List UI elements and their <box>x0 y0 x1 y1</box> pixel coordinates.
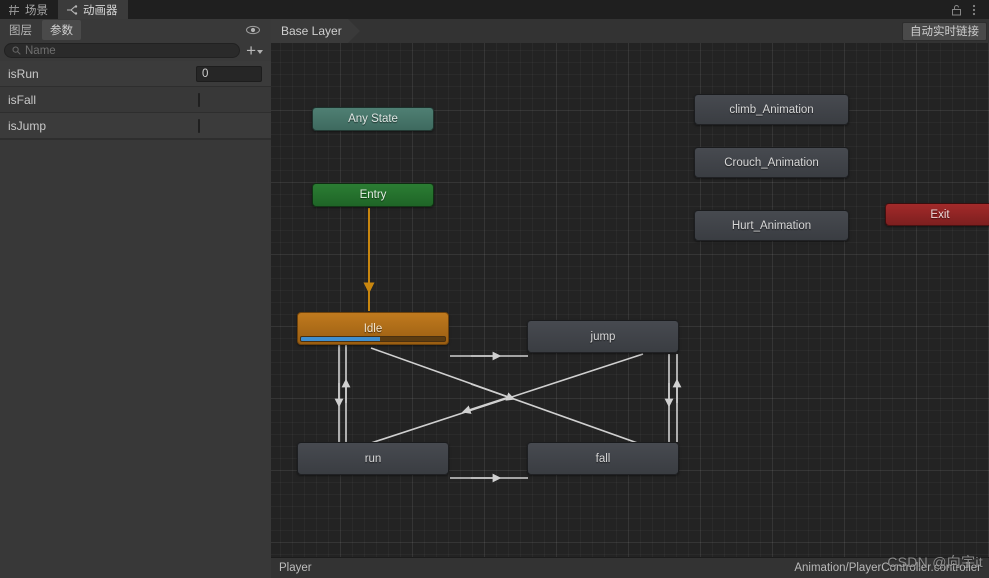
breadcrumb-label: Base Layer <box>281 24 342 38</box>
subtab-parameters-label: 参数 <box>50 24 73 37</box>
subtab-layers-label: 图层 <box>9 24 32 37</box>
plus-icon: + <box>246 41 256 60</box>
grid-icon <box>8 4 20 16</box>
subtab-layers[interactable]: 图层 <box>1 20 40 40</box>
layers-parameters-subtabs: 图层 参数 <box>0 19 271 41</box>
animator-graph-panel: Base Layer 自动实时链接 Any State Entry Idle j… <box>271 19 989 578</box>
subtab-parameters[interactable]: 参数 <box>42 19 81 40</box>
state-node-run[interactable]: run <box>297 442 449 475</box>
tab-animator-label: 动画器 <box>83 4 118 17</box>
add-parameter-button[interactable]: + <box>240 41 267 60</box>
parameter-list-empty-area <box>0 139 271 578</box>
state-node-label: fall <box>595 452 611 465</box>
state-node-fall[interactable]: fall <box>527 442 679 475</box>
state-node-label: Exit <box>930 208 950 221</box>
state-node-label: Idle <box>363 322 383 335</box>
parameter-name: isFall <box>8 92 37 107</box>
search-placeholder: Name <box>25 44 56 57</box>
window-controls <box>948 0 989 19</box>
eye-icon[interactable] <box>245 24 261 36</box>
parameter-number-field[interactable]: 0 <box>196 65 262 82</box>
parameter-value[interactable]: 0 <box>196 65 262 82</box>
state-node-label: Hurt_Animation <box>731 219 812 232</box>
list-item[interactable]: isRun 0 <box>0 61 271 87</box>
auto-live-link-label: 自动实时链接 <box>910 26 979 38</box>
state-node-idle[interactable]: Idle <box>297 312 449 345</box>
parameter-checkbox[interactable] <box>198 92 200 107</box>
state-node-label: climb_Animation <box>729 103 814 116</box>
parameter-name: isRun <box>8 66 39 81</box>
state-machine-canvas[interactable]: Any State Entry Idle jump run fall climb… <box>271 43 989 557</box>
state-node-label: Crouch_Animation <box>724 156 819 169</box>
state-node-crouch-animation[interactable]: Crouch_Animation <box>694 147 849 178</box>
state-node-label: Any State <box>348 113 398 125</box>
state-node-jump[interactable]: jump <box>527 320 679 353</box>
lock-icon[interactable] <box>948 2 964 18</box>
breadcrumb[interactable]: Base Layer <box>271 19 360 43</box>
parameters-panel: 图层 参数 Name + isRun 0 isFall isJump <box>0 19 272 578</box>
status-bar: Player Animation/PlayerController.contro… <box>271 557 989 578</box>
list-item[interactable]: isJump <box>0 113 271 139</box>
tab-scene[interactable]: 场景 <box>0 0 58 19</box>
parameter-name: isJump <box>8 118 47 133</box>
breadcrumb-bar: Base Layer 自动实时链接 <box>271 19 989 44</box>
parameter-checkbox[interactable] <box>198 118 200 133</box>
parameter-value[interactable] <box>196 118 262 133</box>
tab-animator[interactable]: 动画器 <box>58 0 128 19</box>
state-node-label: jump <box>590 330 616 343</box>
state-node-any-state[interactable]: Any State <box>312 107 434 131</box>
state-node-label: run <box>364 452 382 465</box>
state-progress-bar <box>300 336 446 342</box>
parameter-search-row: Name + <box>0 40 271 61</box>
search-input[interactable]: Name <box>4 43 241 58</box>
tab-scene-label: 场景 <box>25 4 48 17</box>
parameter-list: isRun 0 isFall isJump <box>0 61 271 578</box>
status-bar-asset-path: Animation/PlayerController.controller <box>794 562 981 574</box>
kebab-menu-icon[interactable] <box>966 2 982 18</box>
state-node-label: Entry <box>359 189 387 201</box>
list-item[interactable]: isFall <box>0 87 271 113</box>
state-node-hurt-animation[interactable]: Hurt_Animation <box>694 210 849 241</box>
chevron-down-icon <box>257 50 263 54</box>
auto-live-link-button[interactable]: 自动实时链接 <box>902 21 987 41</box>
status-bar-object: Player <box>279 562 312 574</box>
animator-branch-icon <box>66 4 78 16</box>
state-node-exit[interactable]: Exit <box>885 203 989 226</box>
animator-window: 场景 动画器 图层 参数 Name + isRun 0 isFall isJum… <box>0 0 989 578</box>
parameter-value[interactable] <box>196 92 262 107</box>
search-icon <box>12 46 21 55</box>
state-node-climb-animation[interactable]: climb_Animation <box>694 94 849 125</box>
window-tabstrip: 场景 动画器 <box>0 0 989 20</box>
state-node-entry[interactable]: Entry <box>312 183 434 207</box>
